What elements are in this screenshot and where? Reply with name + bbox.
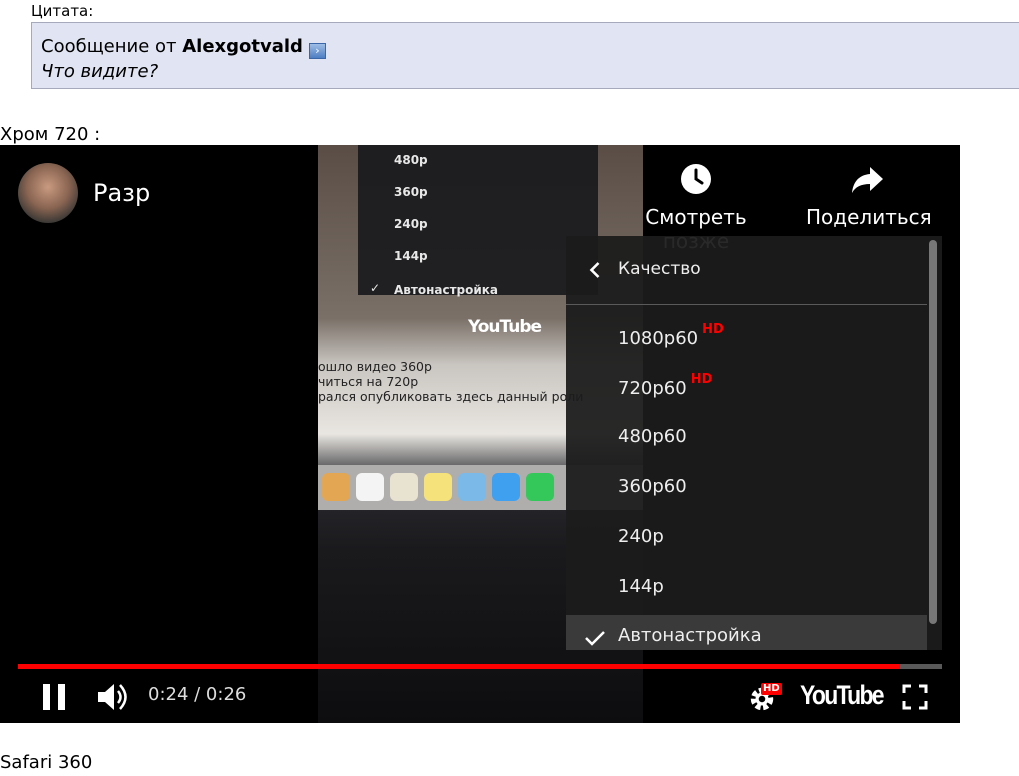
dock-icon <box>390 473 418 501</box>
dock-icon <box>424 473 452 501</box>
dock-icon <box>526 473 554 501</box>
time-display: 0:24 / 0:26 <box>148 684 247 705</box>
safari-label: Safari 360 <box>0 752 93 773</box>
quality-option-selected[interactable]: Автонастройка <box>566 615 927 650</box>
quote-box: Сообщение от Alexgotvald › Что видите? <box>31 22 1019 89</box>
quality-menu-title: Качество <box>618 259 701 279</box>
quality-option[interactable]: 720p60 HD <box>566 369 927 405</box>
dock-icon <box>458 473 486 501</box>
quote-author: Alexgotvald <box>182 36 303 57</box>
quality-menu-header[interactable]: Качество <box>566 236 927 305</box>
video-title[interactable]: Разр <box>93 179 150 207</box>
share-button[interactable]: Поделиться <box>806 161 932 229</box>
frame-menu-item: 144p <box>394 249 428 263</box>
quote-author-line: Сообщение от Alexgotvald › <box>41 36 326 59</box>
frame-checkmark-icon: ✓ <box>370 281 381 295</box>
dock-icon <box>492 473 520 501</box>
quality-option[interactable]: 1080p60 HD <box>566 319 927 355</box>
frame-menu-item: 480p <box>394 153 428 167</box>
settings-button[interactable]: HD <box>748 683 782 713</box>
quality-option-label: 1080p60 HD <box>618 322 724 349</box>
frame-youtube-logo: YouTube <box>468 317 542 337</box>
quality-option[interactable]: 144p <box>566 569 927 605</box>
progress-bar[interactable] <box>18 664 942 669</box>
fullscreen-icon[interactable] <box>902 684 928 710</box>
quality-option-label: 720p60 HD <box>618 372 713 399</box>
quality-option[interactable]: 240p <box>566 519 927 555</box>
volume-icon[interactable] <box>98 683 128 711</box>
quality-option-label: Автонастройка <box>618 625 762 646</box>
quality-option-label: 480p60 <box>618 426 687 447</box>
quality-menu: Качество 1080p60 HD 720p60 HD 480p60 360p6… <box>566 236 942 650</box>
quality-option-label: 240p <box>618 526 664 547</box>
youtube-logo[interactable]: YouTube <box>800 680 885 711</box>
frame-quality-menu: 480p 360p 240p 144p ✓ Автонастройка <box>358 145 598 297</box>
dock-icon <box>322 473 350 501</box>
quality-option[interactable]: 480p60 <box>566 419 927 455</box>
frame-menu-item: 240p <box>394 217 428 231</box>
dock-icon <box>356 473 384 501</box>
quality-option-label: 144p <box>618 576 664 597</box>
quality-option[interactable]: 360p60 <box>566 469 927 505</box>
quote-text: Что видите? <box>41 61 159 82</box>
frame-menu-item: Автонастройка <box>394 283 499 297</box>
menu-scrollbar[interactable] <box>929 240 937 624</box>
checkmark-icon <box>585 631 605 646</box>
quote-label: Цитата: <box>31 2 94 20</box>
hd-badge: HD <box>702 322 724 337</box>
chrome-label: Хром 720 : <box>0 124 101 145</box>
quality-option-label: 360p60 <box>618 476 687 497</box>
pause-icon[interactable] <box>42 684 66 710</box>
view-post-icon[interactable]: › <box>308 43 326 59</box>
quote-prefix: Сообщение от <box>41 36 183 57</box>
frame-menu-item: 360p <box>394 185 428 199</box>
hd-badge: HD <box>690 372 713 387</box>
chevron-left-icon <box>589 262 600 278</box>
clock-icon <box>681 164 711 194</box>
video-player[interactable]: 480p 360p 240p 144p ✓ Автонастройка YouT… <box>0 145 960 723</box>
progress-played <box>18 664 901 669</box>
share-arrow-icon <box>852 167 883 193</box>
hd-badge: HD <box>761 683 782 695</box>
share-label: Поделиться <box>806 205 932 229</box>
channel-avatar[interactable] <box>18 163 78 223</box>
